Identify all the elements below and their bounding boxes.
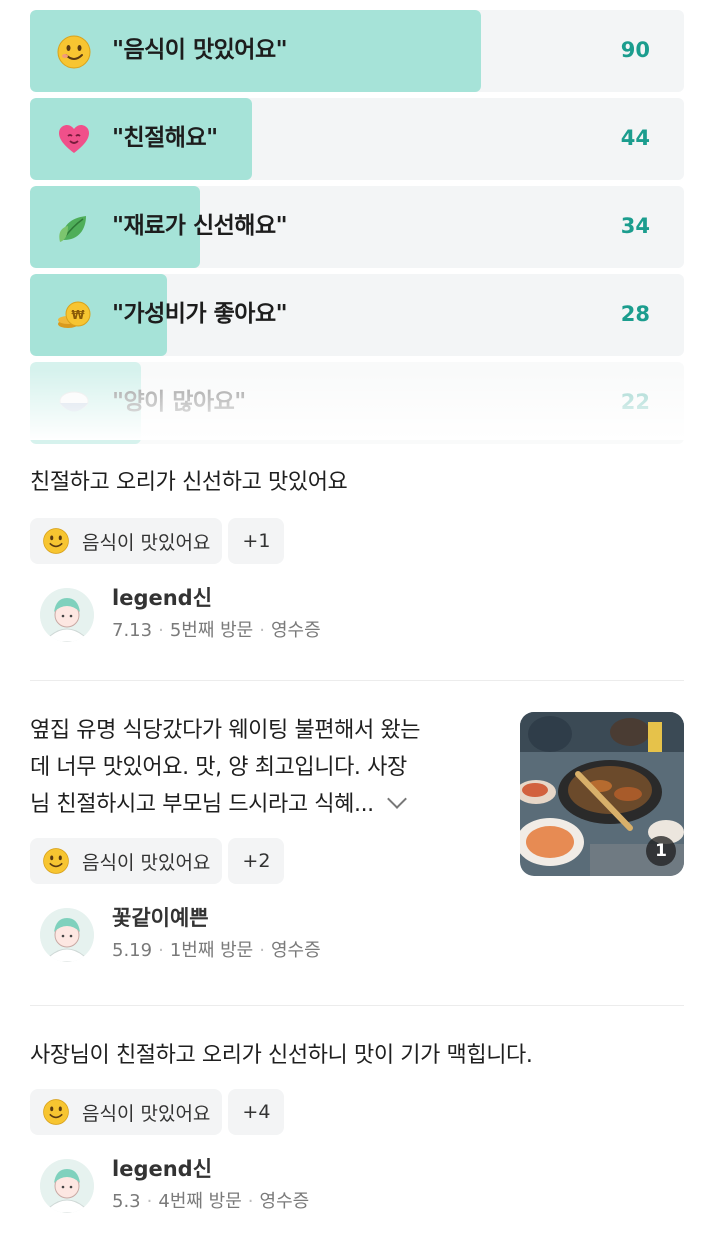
visit-count: 5번째 방문 — [169, 620, 254, 641]
review-tag: 음식이 맛있어요 — [30, 518, 223, 564]
smile-icon — [57, 35, 91, 69]
review-tag: 음식이 맛있어요 — [30, 1089, 223, 1135]
coin-icon: ₩ — [58, 301, 91, 328]
visit-date: 5.3 — [112, 1191, 141, 1212]
review-meta: 7.13 · 5번째 방문 · 영수증 — [112, 620, 321, 641]
keyword-count: 90 — [620, 38, 650, 62]
author-name[interactable]: 꽃같이예쁜 — [112, 902, 209, 932]
avatar[interactable] — [40, 588, 94, 642]
review-tags: 음식이 맛있어요 +4 — [30, 1089, 684, 1135]
review-tag: 음식이 맛있어요 — [30, 838, 223, 884]
review-text[interactable]: 옆집 유명 식당갔다가 웨이팅 불편해서 왔는 데 너무 맛있어요. 맛, 양 … — [30, 712, 500, 823]
photo-count-badge: 1 — [646, 836, 676, 866]
review-item[interactable]: 사장님이 친절하고 오리가 신선하니 맛이 기가 맥힙니다. 음식이 맛있어요 … — [30, 1037, 684, 1217]
keyword-row-fresh[interactable]: "재료가 신선해요" 34 — [30, 186, 684, 268]
keyword-count: 22 — [620, 390, 650, 414]
proof-type: 영수증 — [270, 940, 321, 961]
avatar[interactable] — [40, 908, 94, 962]
review-text-truncated: 님 친절하시고 부모님 드시라고 식혜... — [30, 792, 374, 817]
leaf-icon — [59, 216, 86, 242]
review-tags: 음식이 맛있어요 +1 — [30, 518, 684, 564]
keyword-label: "양이 많아요" — [112, 389, 246, 415]
keyword-row-value[interactable]: ₩ "가성비가 좋아요" 28 — [30, 274, 684, 356]
more-tags-button[interactable]: +4 — [228, 1089, 285, 1135]
smile-icon — [43, 528, 69, 554]
divider — [30, 680, 684, 681]
visit-date: 7.13 — [112, 620, 153, 641]
review-text[interactable]: 사장님이 친절하고 오리가 신선하니 맛이 기가 맥힙니다. — [30, 1037, 684, 1074]
keyword-label: "친절해요" — [112, 125, 218, 151]
keyword-row-tasty[interactable]: "음식이 맛있어요" 90 — [30, 10, 684, 92]
review-author[interactable]: 꽃같이예쁜 5.19 · 1번째 방문 · 영수증 — [30, 902, 684, 966]
author-name[interactable]: legend신 — [112, 1153, 212, 1183]
review-tag-label: 음식이 맛있어요 — [82, 1102, 211, 1125]
rice-bowl-icon — [59, 391, 89, 412]
review-author[interactable]: legend신 5.3 · 4번째 방문 · 영수증 — [30, 1153, 684, 1217]
review-meta: 5.19 · 1번째 방문 · 영수증 — [112, 940, 321, 961]
keyword-label: "음식이 맛있어요" — [112, 37, 288, 63]
smile-icon — [43, 1099, 69, 1125]
review-tag-label: 음식이 맛있어요 — [82, 851, 211, 874]
review-photo[interactable]: 1 — [520, 712, 684, 876]
more-tags-button[interactable]: +2 — [228, 838, 285, 884]
divider — [30, 1005, 684, 1006]
review-meta: 5.3 · 4번째 방문 · 영수증 — [112, 1191, 310, 1212]
author-name[interactable]: legend신 — [112, 582, 212, 612]
keyword-row-kind[interactable]: "친절해요" 44 — [30, 98, 684, 180]
keyword-count: 34 — [620, 214, 650, 238]
review-tag-label: 음식이 맛있어요 — [82, 531, 211, 554]
review-text-line: 옆집 유명 식당갔다가 웨이팅 불편해서 왔는 — [30, 718, 421, 743]
review-text[interactable]: 친절하고 오리가 신선하고 맛있어요 — [30, 464, 684, 501]
smile-icon — [43, 848, 69, 874]
visit-date: 5.19 — [112, 940, 153, 961]
keyword-count: 28 — [620, 302, 650, 326]
svg-text:₩: ₩ — [71, 308, 85, 322]
heart-icon — [59, 125, 89, 153]
review-text-line: 님 친절하시고 부모님 드시라고 식혜... — [30, 786, 500, 823]
review-author[interactable]: legend신 7.13 · 5번째 방문 · 영수증 — [30, 582, 684, 646]
keyword-row-portion[interactable]: "양이 많아요" 22 — [30, 362, 684, 444]
chevron-down-icon[interactable] — [386, 789, 407, 809]
visit-count: 1번째 방문 — [169, 940, 254, 961]
avatar[interactable] — [40, 1159, 94, 1213]
proof-type: 영수증 — [270, 620, 321, 641]
keyword-stats: "음식이 맛있어요" 90 "친절해요" 44 "재료가 신선해요" 34 ₩ — [30, 10, 684, 450]
review-item[interactable]: 친절하고 오리가 신선하고 맛있어요 음식이 맛있어요 +1 legend신 7… — [30, 464, 684, 646]
keyword-count: 44 — [620, 126, 650, 150]
keyword-label: "재료가 신선해요" — [112, 213, 288, 239]
proof-type: 영수증 — [259, 1191, 310, 1212]
review-text-line: 데 너무 맛있어요. 맛, 양 최고입니다. 사장 — [30, 755, 407, 780]
more-tags-button[interactable]: +1 — [228, 518, 285, 564]
keyword-label: "가성비가 좋아요" — [112, 301, 288, 327]
visit-count: 4번째 방문 — [158, 1191, 242, 1212]
